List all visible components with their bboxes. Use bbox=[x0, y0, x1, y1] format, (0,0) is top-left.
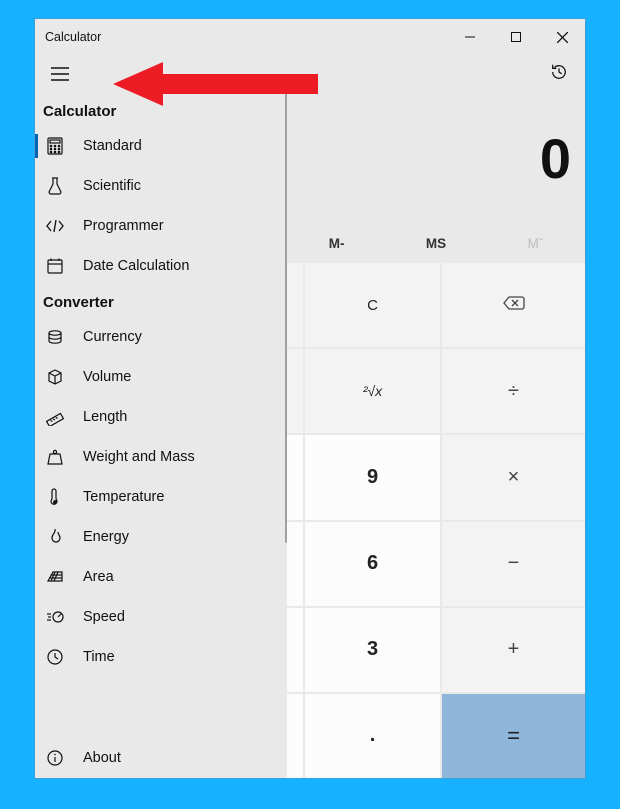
nav-label: Area bbox=[83, 569, 114, 585]
key-backspace[interactable] bbox=[442, 263, 585, 347]
nav-label: Length bbox=[83, 409, 127, 425]
history-button[interactable] bbox=[539, 55, 579, 93]
close-button[interactable] bbox=[539, 19, 585, 55]
backspace-icon bbox=[503, 296, 525, 314]
window-title: Calculator bbox=[35, 30, 101, 44]
keypad: C ²√x ÷ bbox=[287, 263, 585, 778]
nav-heading-converter: Converter bbox=[35, 286, 287, 317]
nav-heading-calculator: Calculator bbox=[35, 95, 287, 126]
nav-item-about[interactable]: About bbox=[35, 738, 287, 778]
key-divide[interactable]: ÷ bbox=[442, 349, 585, 433]
nav-item-length[interactable]: Length bbox=[35, 397, 287, 437]
toolbar bbox=[35, 55, 585, 93]
memory-flyout-button[interactable]: Mˇ bbox=[486, 223, 585, 263]
nav-item-energy[interactable]: Energy bbox=[35, 517, 287, 557]
nav-label: About bbox=[83, 750, 121, 766]
nav-item-date-calculation[interactable]: Date Calculation bbox=[35, 246, 287, 286]
code-icon bbox=[45, 216, 65, 236]
hamburger-icon bbox=[51, 67, 69, 81]
nav-label: Scientific bbox=[83, 178, 141, 194]
memory-minus-button[interactable]: M- bbox=[287, 223, 386, 263]
grid-icon bbox=[45, 567, 65, 587]
nav-label: Currency bbox=[83, 329, 142, 345]
key-partial[interactable] bbox=[287, 435, 303, 519]
key-partial[interactable] bbox=[287, 608, 303, 692]
key-plus[interactable]: + bbox=[442, 608, 585, 692]
history-icon bbox=[550, 63, 568, 86]
nav-label: Temperature bbox=[83, 489, 164, 505]
key-partial[interactable] bbox=[287, 263, 303, 347]
nav-item-programmer[interactable]: Programmer bbox=[35, 206, 287, 246]
calculator-area: 0 M- MS Mˇ C bbox=[287, 93, 585, 778]
clock-icon bbox=[45, 647, 65, 667]
memory-store-button[interactable]: MS bbox=[386, 223, 485, 263]
info-icon bbox=[45, 748, 65, 768]
maximize-button[interactable] bbox=[493, 19, 539, 55]
nav-item-scientific[interactable]: Scientific bbox=[35, 166, 287, 206]
nav-item-speed[interactable]: Speed bbox=[35, 597, 287, 637]
memory-row: M- MS Mˇ bbox=[287, 223, 585, 263]
nav-label: Speed bbox=[83, 609, 125, 625]
cube-icon bbox=[45, 367, 65, 387]
key-partial[interactable] bbox=[287, 522, 303, 606]
key-multiply[interactable]: × bbox=[442, 435, 585, 519]
key-minus[interactable]: − bbox=[442, 522, 585, 606]
nav-menu-button[interactable] bbox=[41, 55, 79, 93]
weight-icon bbox=[45, 447, 65, 467]
currency-icon bbox=[45, 327, 65, 347]
nav-item-weight[interactable]: Weight and Mass bbox=[35, 437, 287, 477]
calculator-icon bbox=[45, 136, 65, 156]
nav-label: Energy bbox=[83, 529, 129, 545]
nav-label: Date Calculation bbox=[83, 258, 189, 274]
nav-item-standard[interactable]: Standard bbox=[35, 126, 287, 166]
key-partial[interactable] bbox=[287, 349, 303, 433]
title-bar: Calculator bbox=[35, 19, 585, 55]
display-value: 0 bbox=[540, 126, 571, 191]
speed-icon bbox=[45, 607, 65, 627]
nav-label: Weight and Mass bbox=[83, 449, 195, 465]
nav-item-area[interactable]: Area bbox=[35, 557, 287, 597]
nav-item-time[interactable]: Time bbox=[35, 637, 287, 677]
key-equals[interactable]: = bbox=[442, 694, 585, 778]
flame-icon bbox=[45, 527, 65, 547]
nav-item-temperature[interactable]: Temperature bbox=[35, 477, 287, 517]
nav-panel: Calculator Standard bbox=[35, 93, 287, 778]
nav-label: Volume bbox=[83, 369, 131, 385]
key-square-root[interactable]: ²√x bbox=[305, 349, 440, 433]
calendar-icon bbox=[45, 256, 65, 276]
key-9[interactable]: 9 bbox=[305, 435, 440, 519]
key-6[interactable]: 6 bbox=[305, 522, 440, 606]
nav-label: Standard bbox=[83, 138, 142, 154]
key-3[interactable]: 3 bbox=[305, 608, 440, 692]
key-partial[interactable] bbox=[287, 694, 303, 778]
result-display: 0 bbox=[287, 93, 585, 223]
key-decimal[interactable]: . bbox=[305, 694, 440, 778]
nav-label: Time bbox=[83, 649, 115, 665]
flask-icon bbox=[45, 176, 65, 196]
calculator-window: Calculator bbox=[34, 18, 586, 779]
nav-label: Programmer bbox=[83, 218, 164, 234]
thermometer-icon bbox=[45, 487, 65, 507]
nav-item-currency[interactable]: Currency bbox=[35, 317, 287, 357]
key-clear[interactable]: C bbox=[305, 263, 440, 347]
nav-item-volume[interactable]: Volume bbox=[35, 357, 287, 397]
ruler-icon bbox=[45, 407, 65, 427]
minimize-button[interactable] bbox=[447, 19, 493, 55]
